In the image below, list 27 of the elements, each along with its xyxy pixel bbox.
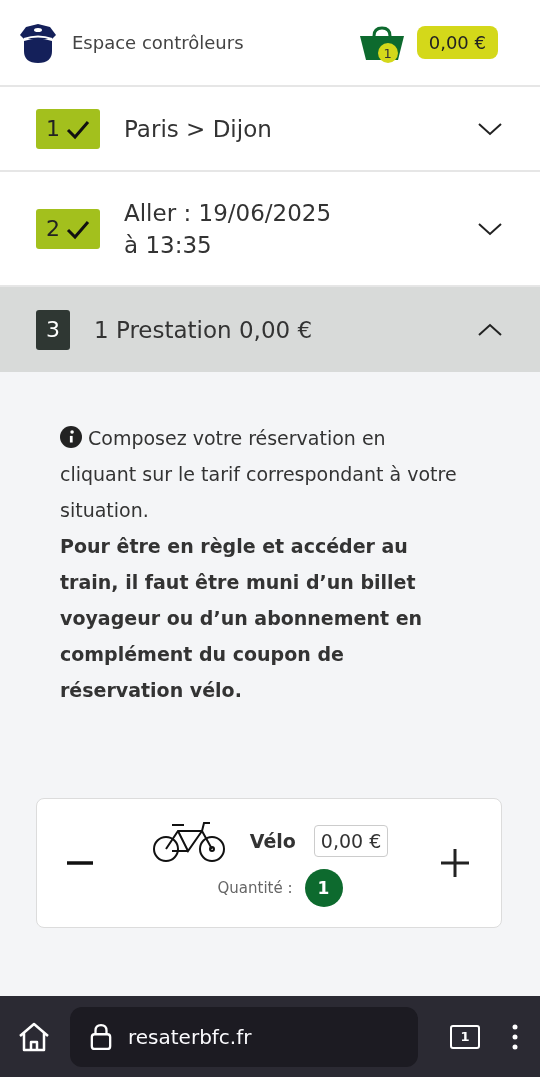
- cart-total[interactable]: 0,00 €: [416, 26, 498, 59]
- step-number-badge: 1: [36, 108, 100, 149]
- step-summary: Paris > Dijon: [124, 114, 273, 144]
- info-text: Composez votre réservation en cliquant sur le tarif correspondant à votre situation.: [60, 425, 458, 523]
- step-number-badge: 3: [36, 309, 70, 350]
- warning-text: Pour être en règle et accéder au train, il faut être muni d’un billet voyageur ou d’un abonnement en complément du coupon de réservation vélo.: [60, 534, 424, 703]
- price-field: 0,00 €: [313, 825, 389, 857]
- step-summary: Aller : 19/06/2025 à 13:35: [124, 198, 333, 260]
- home-icon[interactable]: [18, 1021, 50, 1052]
- step-summary: 1 Prestation 0,00 €: [94, 315, 314, 345]
- quantity-label: Quantité :: [217, 879, 293, 897]
- url-field[interactable]: resaterbfc.fr: [70, 1006, 418, 1067]
- lock-icon: [90, 1022, 112, 1051]
- chevron-up-icon: [478, 322, 502, 337]
- menu-icon[interactable]: [512, 1023, 518, 1050]
- info-icon: [60, 426, 82, 448]
- chevron-down-icon: [478, 121, 502, 136]
- step-header[interactable]: 3 1 Prestation 0,00 €: [0, 287, 540, 372]
- product-name: Vélo: [249, 830, 296, 852]
- minus-icon[interactable]: [65, 861, 95, 865]
- step-number-badge: 2: [36, 208, 100, 249]
- tab-count-button[interactable]: 1: [450, 1024, 480, 1049]
- plus-icon[interactable]: [439, 847, 471, 879]
- app-title: Espace contrôleurs: [72, 32, 245, 53]
- bicycle-icon: [151, 819, 226, 863]
- chevron-down-icon: [478, 221, 502, 236]
- quantity-badge: 1: [304, 869, 343, 907]
